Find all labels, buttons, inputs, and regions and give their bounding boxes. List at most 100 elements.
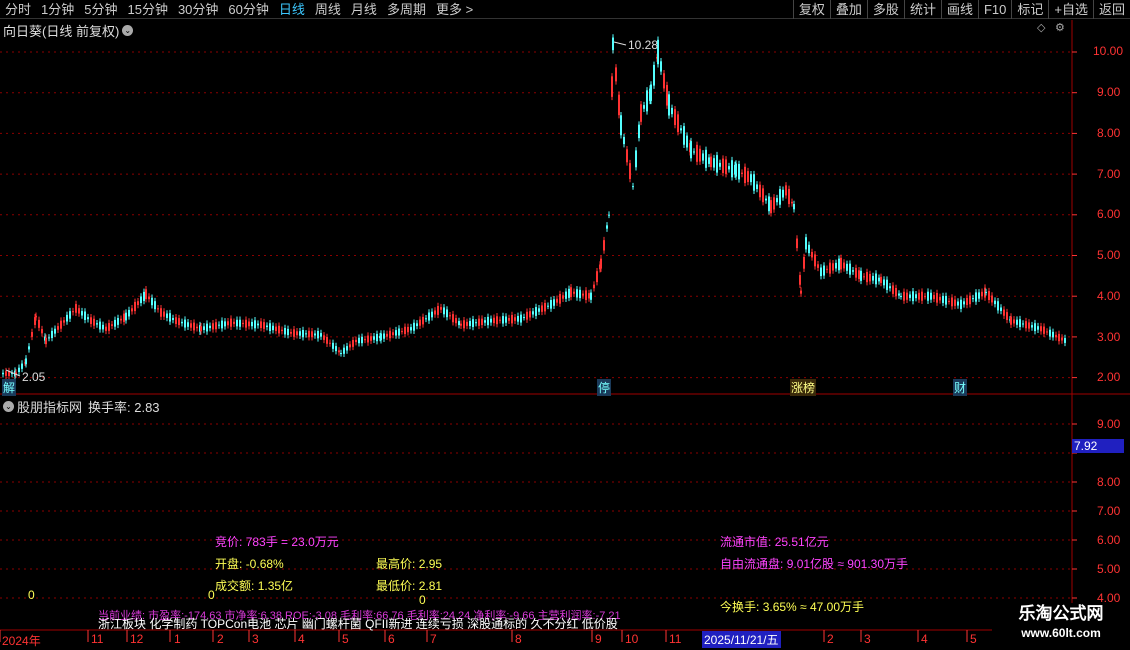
candle-body xyxy=(275,326,277,331)
candle-body xyxy=(855,267,857,278)
candle-body xyxy=(358,337,360,344)
candle-body xyxy=(838,258,840,271)
candle-body xyxy=(148,296,150,300)
candle-body xyxy=(114,319,116,327)
turnover-info: 今换手: 3.65% ≈ 47.00万手 xyxy=(720,600,864,614)
back-button[interactable]: 返回 xyxy=(1092,0,1130,19)
diamond-icon[interactable]: ◇ xyxy=(1037,21,1045,34)
dropdown-circle-icon[interactable]: ⌄ xyxy=(122,25,134,36)
candle-body xyxy=(395,330,397,336)
candle-body xyxy=(918,292,920,300)
period-tab-more[interactable]: 更多 > xyxy=(431,0,478,19)
candle-body xyxy=(320,333,322,337)
candle-body xyxy=(866,271,868,283)
price-axis-label: 10.00 xyxy=(1093,44,1124,58)
event-marker-suspend[interactable]: 停 xyxy=(597,379,612,396)
candle-body xyxy=(912,291,914,302)
period-tab-daily[interactable]: 日线 xyxy=(274,0,310,19)
candle-body xyxy=(99,321,101,330)
candle-body xyxy=(556,298,558,303)
chart-canvas[interactable] xyxy=(0,0,1130,650)
free-float-info: 自由流通盘: 9.01亿股 ≈ 901.30万手 xyxy=(720,557,909,571)
candle-body xyxy=(933,295,935,299)
event-marker-finance[interactable]: 财 xyxy=(953,379,968,396)
candle-body xyxy=(788,188,790,205)
period-tab-30min[interactable]: 30分钟 xyxy=(173,0,223,19)
candle-body xyxy=(458,321,460,326)
period-tab-weekly[interactable]: 周线 xyxy=(310,0,346,19)
timeline-cursor-date[interactable]: 2025/11/21/五 xyxy=(702,631,781,648)
period-tab-multi[interactable]: 多周期 xyxy=(382,0,431,19)
candle-body xyxy=(785,185,787,196)
period-tab-60min[interactable]: 60分钟 xyxy=(223,0,273,19)
candle-body xyxy=(843,262,845,269)
candle-body xyxy=(398,328,400,336)
candle-body xyxy=(326,336,328,344)
candle-body xyxy=(323,335,325,340)
candle-body xyxy=(930,292,932,300)
candle-body xyxy=(108,323,110,331)
candle-body xyxy=(21,363,23,369)
candle-body xyxy=(425,318,427,320)
candle-body xyxy=(1006,312,1008,321)
candle-body xyxy=(481,318,483,326)
candle-body xyxy=(799,275,801,285)
candle-body xyxy=(565,291,567,299)
candle-body xyxy=(725,159,727,175)
candle-body xyxy=(81,311,83,316)
candle-body xyxy=(299,331,301,336)
candle-body xyxy=(96,323,98,325)
dropdown-circle-icon[interactable]: ⌄ xyxy=(3,401,14,412)
candle-body xyxy=(245,319,247,328)
candle-body xyxy=(668,94,670,116)
period-tab-1min[interactable]: 1分钟 xyxy=(36,0,79,19)
candle-body xyxy=(224,321,226,327)
price-axis-label: 4.00 xyxy=(1097,289,1121,303)
event-marker-unlock[interactable]: 解 xyxy=(2,379,17,396)
period-tab-15min[interactable]: 15分钟 xyxy=(122,0,172,19)
mark-button[interactable]: 标记 xyxy=(1011,0,1048,19)
candle-body xyxy=(51,330,53,339)
candle-body xyxy=(747,171,749,182)
multi-stock-button[interactable]: 多股 xyxy=(866,0,904,19)
settings-icon[interactable]: ⚙ xyxy=(1055,21,1065,34)
candle-body xyxy=(803,256,805,269)
draw-line-button[interactable]: 画线 xyxy=(940,0,978,19)
period-tab-5min[interactable]: 5分钟 xyxy=(79,0,122,19)
candle-body xyxy=(768,196,770,212)
restore-rights-button[interactable]: 复权 xyxy=(792,0,830,19)
candle-body xyxy=(472,319,474,327)
concept-tags: 浙江板块 化学制药 TOPCon电池 芯片 幽门螺杆菌 QFII新进 连续亏损 … xyxy=(98,617,618,631)
candle-body xyxy=(380,333,382,341)
candle-body xyxy=(332,342,334,349)
add-watchlist-button[interactable]: +自选 xyxy=(1048,0,1093,19)
timeline-label: 4 xyxy=(298,632,305,646)
candle-body xyxy=(985,291,987,293)
statistics-button[interactable]: 统计 xyxy=(903,0,941,19)
event-marker-ranking[interactable]: 涨榜 xyxy=(790,379,817,396)
period-tab-minute[interactable]: 分时 xyxy=(0,0,36,19)
timeline-label: 1 xyxy=(174,632,181,646)
candle-body xyxy=(629,163,631,179)
main-chart-header: 向日葵(日线 前复权) ⌄ xyxy=(3,21,134,40)
overlay-button[interactable]: 叠加 xyxy=(829,0,867,19)
candle-body xyxy=(872,276,874,281)
candle-body xyxy=(921,291,923,301)
period-tab-monthly[interactable]: 月线 xyxy=(346,0,382,19)
float-cap-info: 流通市值: 25.51亿元 xyxy=(720,535,829,549)
candle-body xyxy=(635,150,637,168)
candle-body xyxy=(317,330,319,339)
candle-body xyxy=(251,321,253,327)
candle-body xyxy=(233,321,235,324)
candle-body xyxy=(160,308,162,317)
candle-body xyxy=(128,309,130,317)
candle-body xyxy=(702,153,704,161)
candle-body xyxy=(991,295,993,303)
candle-body xyxy=(553,299,555,306)
candle-body xyxy=(218,324,220,326)
candle-body xyxy=(343,347,345,354)
f10-button[interactable]: F10 xyxy=(977,0,1011,19)
indicator-axis-label: 7.00 xyxy=(1097,504,1121,518)
timeline-label: 12 xyxy=(130,632,144,646)
candle-body xyxy=(311,331,313,338)
